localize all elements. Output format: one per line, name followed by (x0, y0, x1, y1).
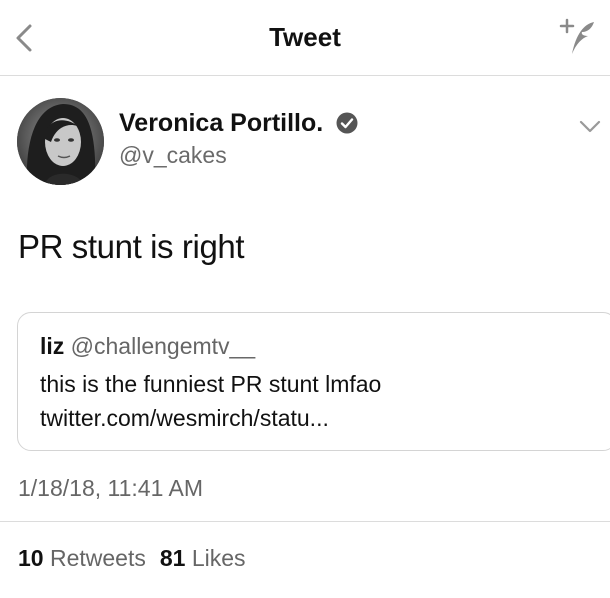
compose-button[interactable] (552, 14, 600, 62)
quoted-tweet-header: liz @challengemtv__ (40, 333, 255, 360)
compose-feather-icon (559, 18, 594, 54)
quoted-tweet-text: this is the funniest PR stunt lmfao (40, 371, 382, 397)
tweet-timestamp: 1/18/18, 11:41 AM (18, 475, 203, 501)
quoted-tweet-card[interactable]: liz @challengemtv__ this is the funniest… (17, 312, 610, 451)
quoted-author-handle: @challengemtv__ (70, 333, 256, 359)
quoted-author-name: liz (40, 333, 65, 359)
tweet-detail-screen: Tweet Veronica Portillo. @v_cakes PR stu… (0, 0, 610, 598)
retweets-count: 10 (18, 545, 44, 571)
chevron-down-icon (579, 120, 601, 133)
author-name[interactable]: Veronica Portillo. (119, 109, 323, 138)
tweet-options-button[interactable] (576, 116, 604, 138)
profile-photo (17, 98, 104, 185)
author-handle[interactable]: @v_cakes (119, 142, 227, 169)
quoted-tweet-link[interactable]: twitter.com/wesmirch/statu... (40, 405, 329, 432)
verified-badge-icon (336, 112, 358, 134)
likes-label: Likes (191, 545, 246, 571)
tweet-stats: 10 Retweets 81 Likes (18, 545, 246, 572)
nav-bar: Tweet (0, 0, 610, 76)
divider (0, 521, 610, 522)
page-title: Tweet (269, 22, 341, 52)
likes-count: 81 (159, 545, 186, 571)
retweets-label: Retweets (49, 545, 146, 571)
tweet-text: PR stunt is right (18, 228, 245, 265)
avatar[interactable] (17, 98, 104, 185)
retweets-stat[interactable]: 10 Retweets (18, 545, 146, 571)
likes-stat[interactable]: 81 Likes (160, 545, 246, 571)
